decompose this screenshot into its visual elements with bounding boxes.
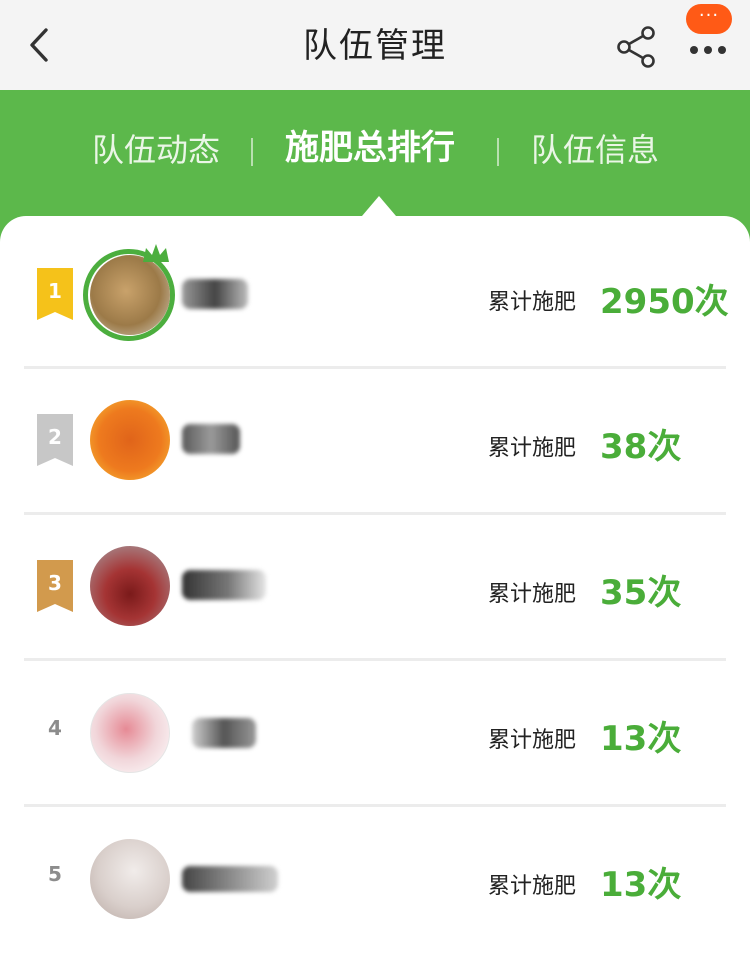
rank-ribbon-gold-icon: 1 [37, 268, 73, 320]
stat-label: 累计施肥 [488, 874, 577, 899]
ranking-row[interactable]: 4 累计施肥 13次 [0, 658, 750, 804]
member-name-blurred [182, 424, 240, 454]
rank-ribbon-silver-icon: 2 [37, 414, 73, 466]
notification-badge[interactable]: ··· [686, 4, 732, 34]
svg-text:2: 2 [48, 425, 62, 449]
fertilize-count: 13次 [600, 719, 682, 759]
member-name-blurred [182, 866, 278, 892]
stat-label: 累计施肥 [488, 290, 577, 315]
stat-label: 累计施肥 [488, 728, 577, 753]
tab-separator [497, 138, 499, 166]
member-name-blurred [182, 279, 248, 309]
stat-label: 累计施肥 [488, 582, 577, 607]
share-button[interactable] [614, 24, 660, 70]
ranking-row[interactable]: 2 累计施肥 38次 [0, 366, 750, 512]
svg-text:3: 3 [48, 571, 62, 595]
fertilize-count: 38次 [600, 427, 682, 467]
fertilize-count: 2950次 [600, 282, 729, 322]
avatar[interactable] [90, 400, 170, 480]
more-button[interactable] [688, 40, 728, 54]
tab-separator [251, 138, 253, 166]
stat-label: 累计施肥 [488, 436, 577, 461]
avatar[interactable] [90, 839, 170, 919]
ranking-row[interactable]: 3 累计施肥 35次 [0, 512, 750, 658]
share-icon [617, 26, 655, 68]
avatar[interactable] [90, 255, 170, 335]
member-name-blurred [182, 570, 266, 600]
rank-ribbon-bronze-icon: 3 [37, 560, 73, 612]
ranking-list: 1 累计施肥 2950次 2 累计施肥 38次 3 累计施肥 35次 4 累计施… [0, 216, 750, 968]
tab-fertilize-ranking[interactable]: 施肥总排行 [285, 126, 455, 170]
fertilize-count: 35次 [600, 573, 682, 613]
avatar[interactable] [90, 693, 170, 773]
member-name-blurred [192, 718, 256, 748]
active-tab-indicator [362, 196, 396, 216]
ranking-row[interactable]: 5 累计施肥 13次 [0, 804, 750, 950]
ranking-row[interactable]: 1 累计施肥 2950次 [0, 216, 750, 362]
avatar[interactable] [90, 546, 170, 626]
crown-icon [143, 244, 169, 262]
top-nav-bar: 队伍管理 ··· [0, 0, 750, 90]
fertilize-count: 13次 [600, 865, 682, 905]
more-icon [690, 46, 726, 54]
tab-bar: 队伍动态 施肥总排行 队伍信息 [0, 90, 750, 216]
tab-team-dynamics[interactable]: 队伍动态 [92, 128, 220, 172]
tab-team-info[interactable]: 队伍信息 [531, 128, 659, 172]
rank-number: 5 [48, 862, 62, 886]
svg-text:1: 1 [48, 279, 62, 303]
rank-number: 4 [48, 716, 62, 740]
